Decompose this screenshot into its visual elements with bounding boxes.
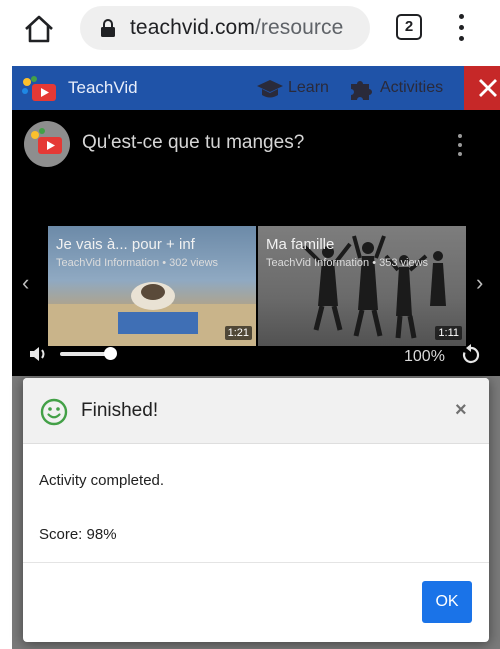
address-bar[interactable]: teachvid.com/resource [80,6,370,50]
volume-slider-handle[interactable] [104,347,117,360]
dialog-footer: OK [23,562,489,642]
ok-button[interactable]: OK [422,581,472,623]
dialog-close-icon[interactable]: × [455,400,467,420]
brand-name: TeachVid [68,78,138,97]
finished-dialog: Finished! × Activity completed. Score: 9… [23,378,489,642]
close-button[interactable] [464,66,500,110]
video-title: Qu'est-ce que tu manges? [82,132,305,153]
browser-toolbar: teachvid.com/resource 2 [0,0,500,60]
volume-icon[interactable] [28,344,50,364]
url-text: teachvid.com/resource [130,16,343,40]
teachvid-navbar: TeachVid Learn Activities [12,66,500,110]
graduation-cap-icon [257,80,283,98]
dialog-title: Finished! [81,400,159,421]
browser-menu-icon[interactable] [452,10,472,46]
teachvid-logo-icon[interactable] [20,75,60,103]
smile-icon [40,398,68,426]
video-card-meta: TeachVid Information • 302 views [56,257,219,269]
video-more-icon[interactable] [456,134,464,158]
video-card-title: Je vais à... pour + inf [56,236,195,253]
dialog-header: Finished! × [23,378,489,444]
video-card-title: Ma famille [266,236,335,253]
nav-activities-label: Activities [380,79,444,96]
close-icon [479,79,497,97]
nav-learn-label: Learn [288,79,329,96]
home-icon[interactable] [22,12,56,46]
zoom-level: 100% [404,348,445,365]
dialog-body: Activity completed. Score: 98% [23,444,489,562]
channel-avatar[interactable] [24,121,70,167]
score-text: Score: 98% [39,526,117,543]
puzzle-icon [351,81,372,100]
tab-switcher-button[interactable]: 2 [396,14,422,40]
video-card[interactable]: Ma famille TeachVid Information • 353 vi… [258,226,466,346]
url-path: /resource [254,16,344,39]
video-card-meta: TeachVid Information • 353 views [266,257,429,269]
video-header: Qu'est-ce que tu manges? [12,110,500,180]
url-domain: teachvid.com [130,16,255,39]
lock-icon [100,18,116,38]
completion-message: Activity completed. [39,472,165,489]
carousel-next-icon[interactable]: › [476,270,483,296]
video-duration: 1:21 [224,326,252,340]
video-card[interactable]: Je vais à... pour + inf TeachVid Informa… [48,226,256,346]
reset-icon[interactable] [460,344,482,366]
carousel-prev-icon[interactable]: ‹ [22,270,29,296]
video-duration: 1:11 [435,326,462,340]
